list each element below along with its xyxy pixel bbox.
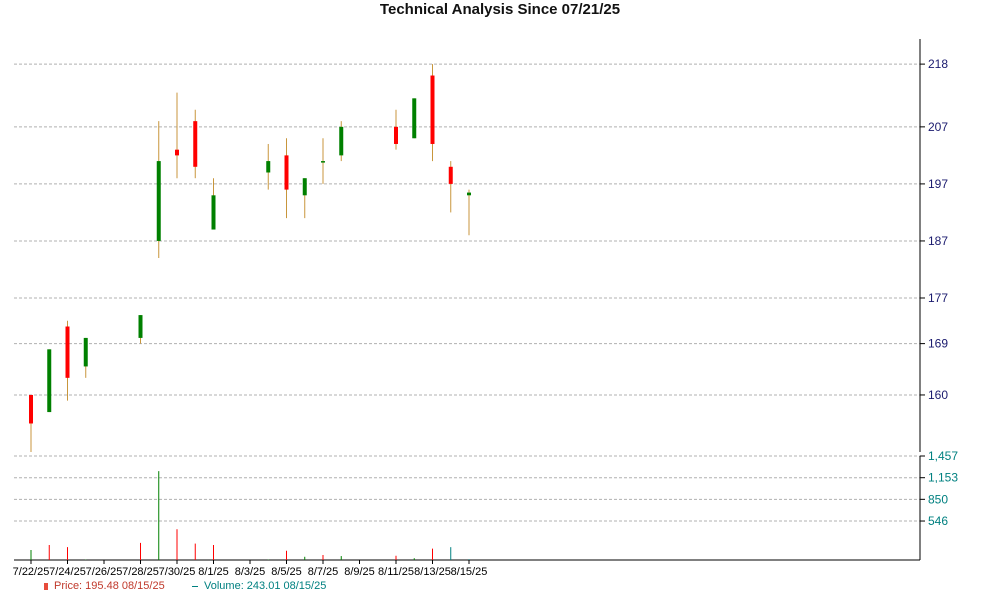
candle-body — [284, 155, 289, 190]
price-legend-label: Price: 195.48 08/15/25 — [54, 580, 165, 592]
volume-bars — [30, 471, 470, 560]
price-tick-label: 207 — [928, 120, 948, 134]
candle-body — [47, 349, 52, 413]
candle-body — [339, 126, 344, 156]
date-tick-label: 8/3/25 — [235, 566, 266, 578]
volume-tick-label: 1,457 — [928, 449, 958, 463]
chart-axes — [14, 39, 921, 561]
date-tick-label: 8/9/25 — [344, 566, 375, 578]
price-candles — [29, 64, 471, 452]
candle-body — [156, 161, 161, 241]
volume-tick-label: 1,153 — [928, 471, 958, 485]
price-tick-label: 218 — [928, 57, 948, 71]
date-tick-label: 8/1/25 — [198, 566, 229, 578]
candle-body — [211, 195, 216, 230]
date-axis-ticks: 7/22/25 7/24/25 7/26/25 7/28/25 7/30/25 8/1/2… — [13, 560, 488, 578]
candle-body — [175, 149, 179, 156]
price-tick-label: 177 — [928, 291, 948, 305]
date-tick-label: 7/30/25 — [159, 566, 196, 578]
chart-canvas: 160 169 177 187 197 207 218 546 850 1,153 1,457 7… — [13, 39, 958, 578]
legend-price: Price: 195.48 08/15/25 — [44, 580, 165, 592]
price-tick-label: 197 — [928, 177, 948, 191]
price-gridlines — [14, 63, 920, 396]
legend-volume: Volume: 243.01 08/15/25 — [192, 580, 326, 592]
price-tick-label: 169 — [928, 337, 948, 351]
volume-legend-label: Volume: 243.01 08/15/25 — [204, 580, 327, 592]
volume-axis-ticks: 546 850 1,153 1,457 — [920, 449, 958, 528]
price-axis-ticks: 160 169 177 187 197 207 218 — [920, 57, 948, 402]
price-tick-label: 187 — [928, 234, 948, 248]
candle-body — [412, 98, 417, 139]
candle-body — [65, 326, 70, 378]
date-tick-label: 7/26/25 — [86, 566, 123, 578]
price-tick-label: 160 — [928, 388, 948, 402]
candle-body — [321, 161, 325, 163]
date-tick-label: 7/22/25 — [13, 566, 50, 578]
volume-tick-label: 850 — [928, 492, 948, 506]
date-tick-label: 8/13/25 — [414, 566, 451, 578]
candle-body — [83, 337, 88, 367]
candle-body — [467, 192, 471, 196]
candle-body — [302, 178, 307, 196]
volume-tick-label: 546 — [928, 514, 948, 528]
candle-body — [29, 394, 33, 424]
date-tick-label: 7/24/25 — [49, 566, 86, 578]
candle-body — [266, 161, 271, 173]
date-tick-label: 8/15/25 — [451, 566, 488, 578]
candle-body — [138, 315, 143, 338]
price-legend-swatch — [44, 582, 48, 590]
date-tick-label: 8/5/25 — [271, 566, 302, 578]
volume-gridlines — [14, 455, 920, 522]
candle-body — [448, 166, 453, 184]
candle-body — [193, 121, 198, 167]
volume-legend-swatch — [192, 585, 198, 587]
candle-body — [394, 126, 398, 144]
date-tick-label: 8/7/25 — [308, 566, 339, 578]
candle-body — [430, 75, 435, 144]
date-tick-label: 7/28/25 — [122, 566, 159, 578]
date-tick-label: 8/11/25 — [378, 566, 414, 578]
